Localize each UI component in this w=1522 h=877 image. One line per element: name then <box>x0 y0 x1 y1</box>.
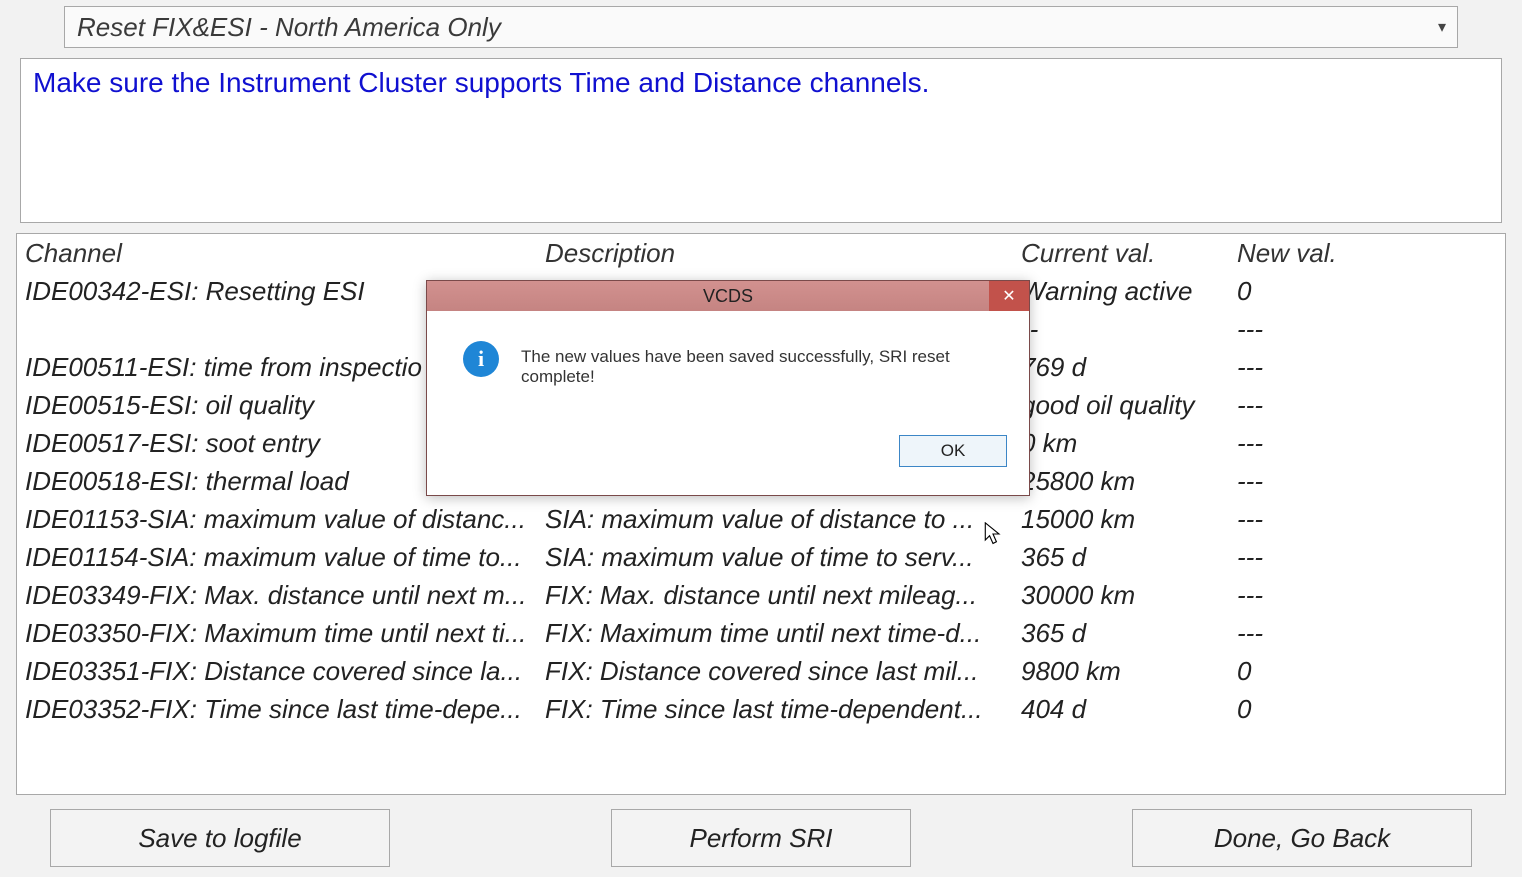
cell-current: 404 d <box>1021 694 1237 725</box>
cell-channel: IDE01154-SIA: maximum value of time to..… <box>25 542 545 573</box>
table-header-row: Channel Description Current val. New val… <box>17 234 1505 272</box>
header-channel: Channel <box>25 238 545 269</box>
cell-current: 365 d <box>1021 542 1237 573</box>
cell-newval: 0 <box>1237 276 1437 307</box>
cell-desc: FIX: Maximum time until next time-d... <box>545 618 1021 649</box>
cell-desc: FIX: Time since last time-dependent... <box>545 694 1021 725</box>
dialog-footer: OK <box>427 435 1029 495</box>
header-newval: New val. <box>1237 238 1437 269</box>
cell-newval: --- <box>1237 314 1437 345</box>
close-icon: ✕ <box>1002 286 1015 306</box>
button-label: Done, Go Back <box>1214 823 1390 854</box>
cell-desc: FIX: Distance covered since last mil... <box>545 656 1021 687</box>
cell-current: 25800 km <box>1021 466 1237 497</box>
dialog-ok-button[interactable]: OK <box>899 435 1007 467</box>
table-row[interactable]: IDE03350-FIX: Maximum time until next ti… <box>17 614 1505 652</box>
dialog-message: The new values have been saved successfu… <box>521 341 1013 387</box>
cell-newval: --- <box>1237 466 1437 497</box>
instruction-text: Make sure the Instrument Cluster support… <box>33 67 929 98</box>
cell-desc: FIX: Max. distance until next mileag... <box>545 580 1021 611</box>
cell-current: Warning active <box>1021 276 1237 307</box>
table-row[interactable]: IDE03352-FIX: Time since last time-depe.… <box>17 690 1505 728</box>
table-row[interactable]: IDE03349-FIX: Max. distance until next m… <box>17 576 1505 614</box>
dropdown-selected-label: Reset FIX&ESI - North America Only <box>77 12 501 43</box>
cell-current: 365 d <box>1021 618 1237 649</box>
info-icon: i <box>463 341 499 377</box>
cell-newval: 0 <box>1237 694 1437 725</box>
cell-current: 0 km <box>1021 428 1237 459</box>
done-go-back-button[interactable]: Done, Go Back <box>1132 809 1472 867</box>
dialog-titlebar: VCDS ✕ <box>427 281 1029 311</box>
cell-current: 30000 km <box>1021 580 1237 611</box>
dialog-title: VCDS <box>703 286 753 307</box>
instruction-panel: Make sure the Instrument Cluster support… <box>20 58 1502 223</box>
cell-newval: --- <box>1237 428 1437 459</box>
cell-newval: --- <box>1237 542 1437 573</box>
cell-desc: SIA: maximum value of distance to ... <box>545 504 1021 535</box>
cell-desc: SIA: maximum value of time to serv... <box>545 542 1021 573</box>
action-button-row: Save to logfile Perform SRI Done, Go Bac… <box>10 809 1512 867</box>
cell-current: good oil quality <box>1021 390 1237 421</box>
header-description: Description <box>545 238 1021 269</box>
cell-current: 9800 km <box>1021 656 1237 687</box>
cell-channel: IDE03351-FIX: Distance covered since la.… <box>25 656 545 687</box>
table-row[interactable]: IDE01154-SIA: maximum value of time to..… <box>17 538 1505 576</box>
cell-current: 15000 km <box>1021 504 1237 535</box>
cell-current: 769 d <box>1021 352 1237 383</box>
cell-newval: 0 <box>1237 656 1437 687</box>
cell-channel: IDE03349-FIX: Max. distance until next m… <box>25 580 545 611</box>
cell-current: -- <box>1021 314 1237 345</box>
chevron-down-icon: ▾ <box>1433 18 1451 36</box>
button-label: OK <box>941 441 966 461</box>
save-logfile-button[interactable]: Save to logfile <box>50 809 390 867</box>
cell-newval: --- <box>1237 504 1437 535</box>
vcds-dialog: VCDS ✕ i The new values have been saved … <box>426 280 1030 496</box>
reset-mode-dropdown[interactable]: Reset FIX&ESI - North America Only ▾ <box>64 6 1458 48</box>
button-label: Perform SRI <box>689 823 832 854</box>
button-label: Save to logfile <box>138 823 301 854</box>
cell-channel: IDE03350-FIX: Maximum time until next ti… <box>25 618 545 649</box>
perform-sri-button[interactable]: Perform SRI <box>611 809 911 867</box>
table-row[interactable]: IDE03351-FIX: Distance covered since la.… <box>17 652 1505 690</box>
table-row[interactable]: IDE01153-SIA: maximum value of distanc..… <box>17 500 1505 538</box>
cell-channel: IDE03352-FIX: Time since last time-depe.… <box>25 694 545 725</box>
dialog-body: i The new values have been saved success… <box>427 311 1029 435</box>
cell-newval: --- <box>1237 390 1437 421</box>
dialog-close-button[interactable]: ✕ <box>989 281 1029 311</box>
cell-channel: IDE01153-SIA: maximum value of distanc..… <box>25 504 545 535</box>
cell-newval: --- <box>1237 580 1437 611</box>
header-current: Current val. <box>1021 238 1237 269</box>
cell-newval: --- <box>1237 352 1437 383</box>
cell-newval: --- <box>1237 618 1437 649</box>
